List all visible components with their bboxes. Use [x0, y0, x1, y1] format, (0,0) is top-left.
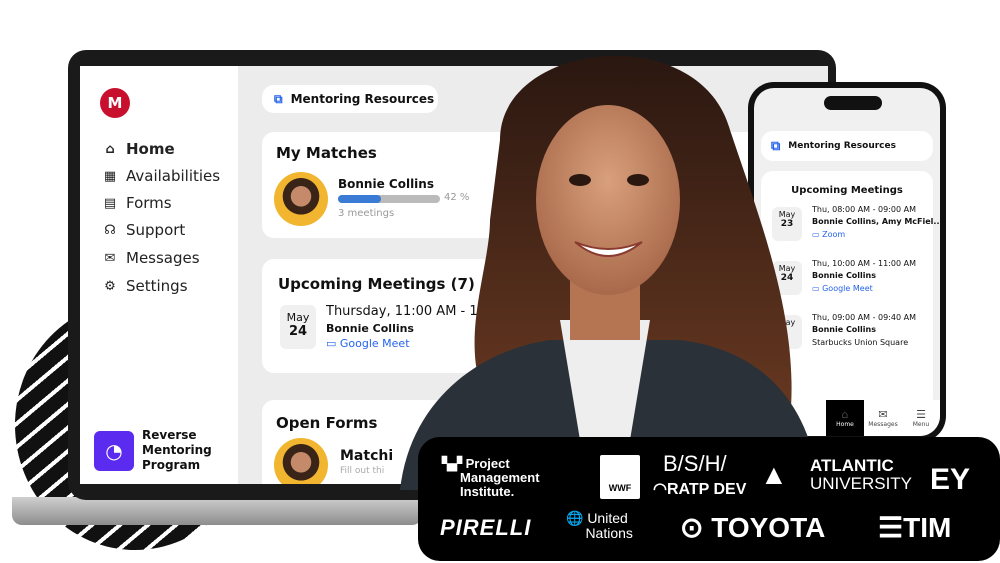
tab-home[interactable]: ⌂ Home: [826, 400, 864, 436]
card-title: Open Forms: [276, 414, 378, 432]
laptop-base: [12, 497, 422, 525]
sidebar-item-availabilities[interactable]: ▦ Availabilities: [102, 167, 220, 185]
sidebar-item-messages[interactable]: ✉ Messages: [102, 249, 200, 267]
menu-icon: ☰: [916, 408, 926, 421]
form-subtitle: Fill out thi: [340, 466, 385, 476]
sidebar: M ⌂ Home ▦ Availabilities ▤ Forms ☊ Support …: [80, 66, 238, 484]
logo-wwf: WWF: [600, 455, 640, 499]
logo-atlantic-university: ATLANTIC UNIVERSITY: [810, 456, 913, 493]
mail-icon: ✉: [104, 250, 116, 266]
external-link-icon: ⧉: [274, 91, 283, 106]
logo-pmi: ▚▞ Project Management Institute.: [442, 456, 540, 499]
logo-ey: EY: [930, 463, 971, 496]
avatar: [274, 438, 328, 484]
logo-tim: ☰TIM: [878, 512, 952, 543]
sidebar-item-forms[interactable]: ▤ Forms: [102, 194, 172, 212]
headset-icon: ☊: [104, 222, 116, 238]
logo-bsh: B/S/H/: [663, 451, 727, 476]
meeting-attendees: Bonnie Collins, Amy McFiel...: [812, 217, 940, 226]
logo-atlantic-icon: ▲: [760, 459, 788, 490]
woman-portrait-photo: [400, 55, 820, 490]
mail-icon: ✉: [878, 408, 888, 421]
avatar: [274, 172, 328, 226]
calendar-icon: ▦: [103, 168, 117, 184]
tab-menu[interactable]: ☰ Menu: [902, 400, 940, 436]
gear-icon: ⚙: [104, 278, 116, 294]
tab-messages[interactable]: ✉ Messages: [864, 400, 902, 436]
logo-united-nations: 🌐 United Nations: [566, 510, 633, 541]
phone-notch: [824, 96, 882, 110]
video-icon: ▭: [326, 337, 340, 350]
sidebar-item-support[interactable]: ☊ Support: [102, 221, 185, 239]
date-badge: May 24: [280, 305, 316, 349]
card-title: My Matches: [276, 144, 377, 162]
program-selector[interactable]: ◔ Reverse Mentoring Program: [94, 428, 212, 473]
program-icon: ◔: [94, 430, 134, 471]
home-icon: ⌂: [841, 408, 849, 421]
form-icon: ▤: [103, 195, 117, 211]
sidebar-item-home[interactable]: ⌂ Home: [102, 140, 174, 158]
app-logo: M: [100, 88, 130, 118]
sidebar-item-settings[interactable]: ⚙ Settings: [102, 277, 187, 295]
partner-logos-panel: ▚▞ Project Management Institute. WWF B/S…: [418, 437, 1000, 561]
logo-ratp-dev: ◠RATP DEV: [653, 481, 747, 498]
logo-toyota: ⊙ TOYOTA: [680, 512, 826, 543]
logo-pirelli: PIRELLI: [440, 515, 532, 540]
home-icon: ⌂: [105, 141, 115, 157]
